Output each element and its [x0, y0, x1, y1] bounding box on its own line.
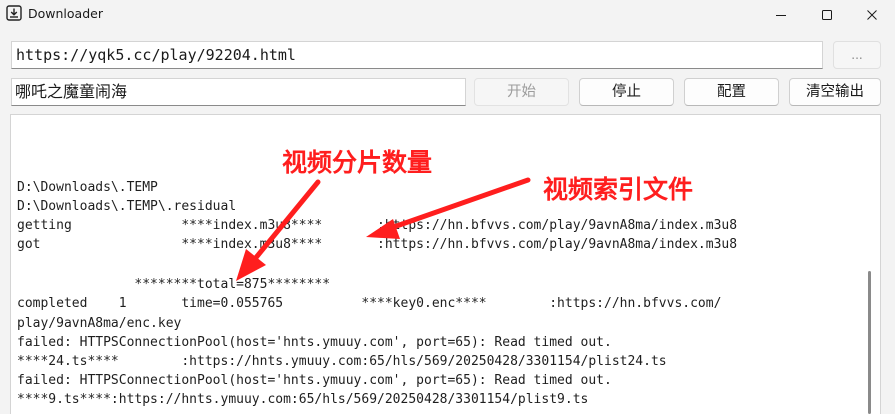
annotation-arrows: [236, 177, 531, 281]
arrow-icon: [366, 177, 531, 239]
arrow-icon: [236, 179, 321, 281]
